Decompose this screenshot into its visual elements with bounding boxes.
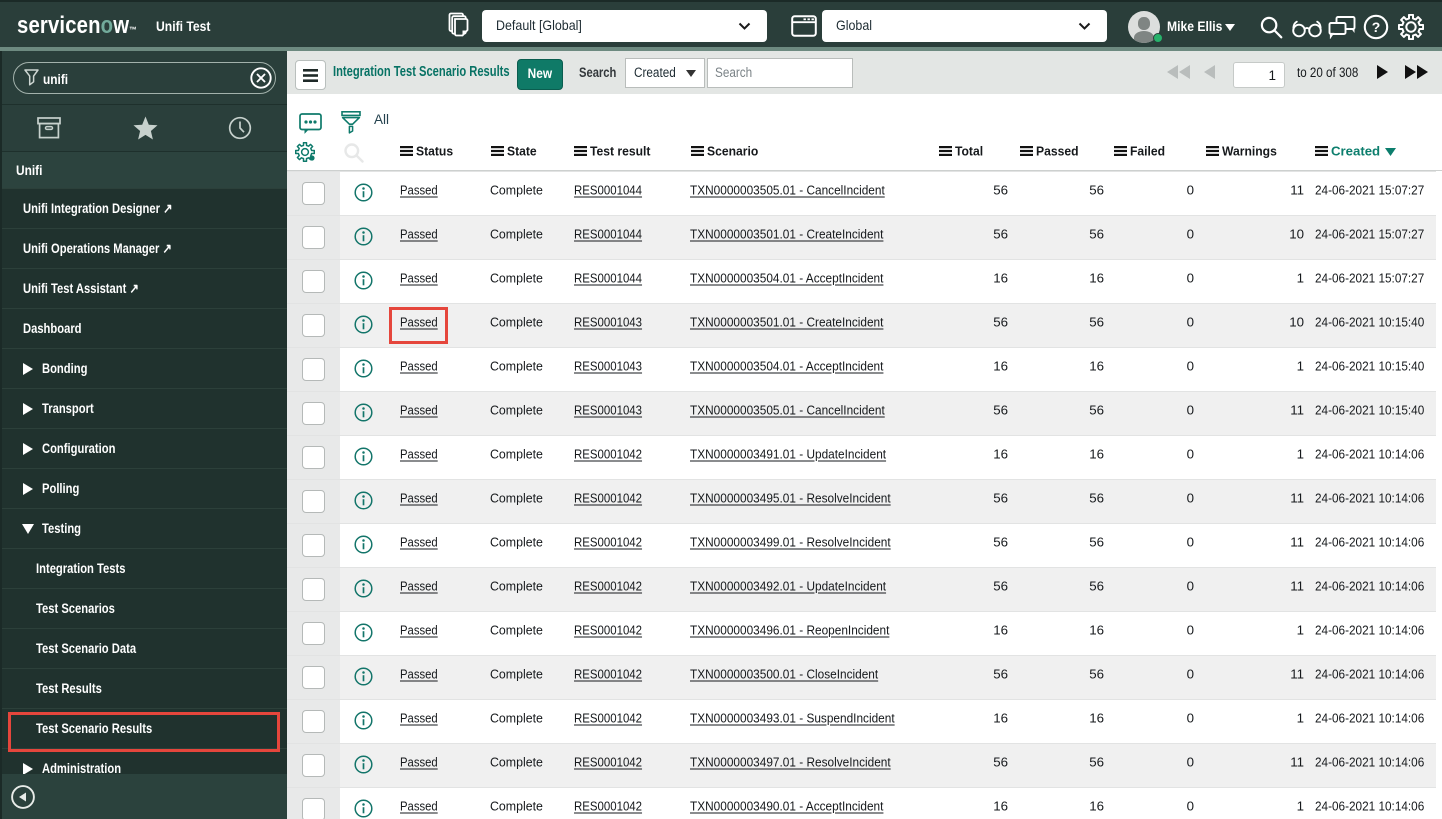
svg-text:?: ? bbox=[1372, 19, 1381, 35]
